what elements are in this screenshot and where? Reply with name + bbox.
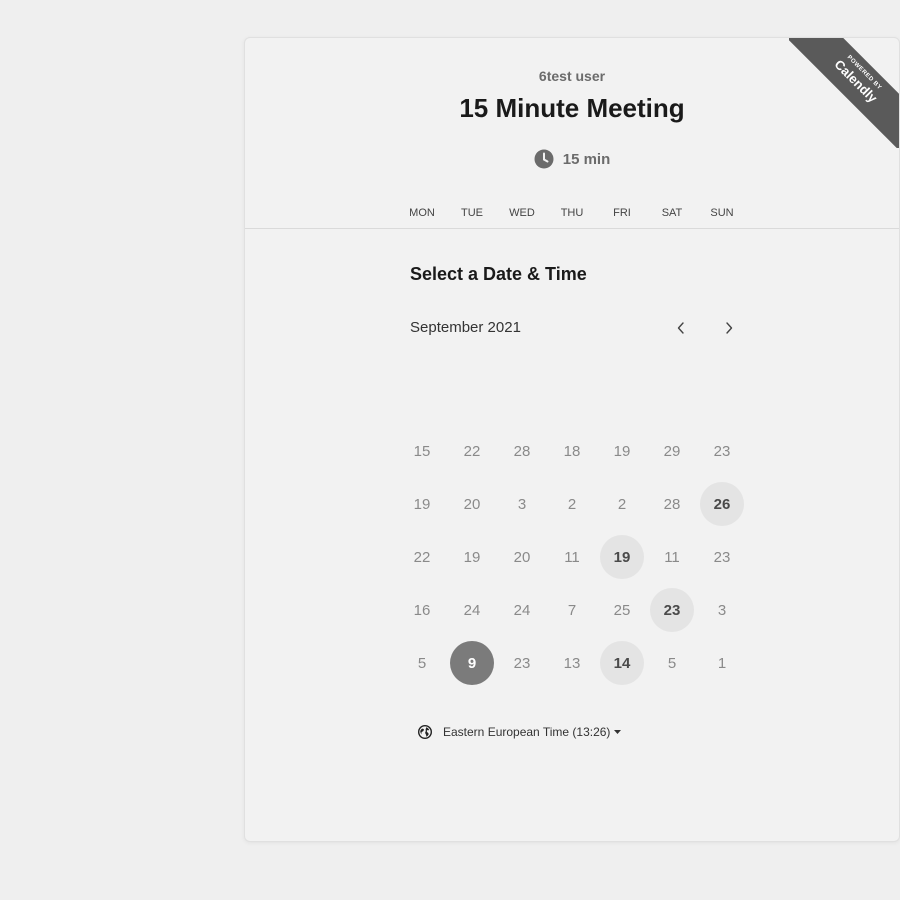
calendar-day: 20: [513, 548, 531, 566]
weekday-label-mon: MON: [409, 207, 435, 219]
calendar-day-available[interactable]: 23: [650, 588, 694, 632]
timezone-label: Eastern European Time (13:26): [443, 725, 611, 739]
caret-down-icon: [614, 730, 622, 734]
calendar-day: 20: [463, 495, 481, 513]
clock-icon: [534, 149, 554, 169]
calendar-day: 18: [563, 442, 581, 460]
booking-card: 6test user 15 Minute Meeting 15 min POWE…: [244, 37, 900, 842]
calendar-day: 22: [413, 548, 431, 566]
weekday-label-tue: TUE: [461, 207, 483, 219]
calendar-day: 3: [717, 601, 727, 619]
calendar-day: 5: [667, 654, 677, 672]
calendar-day: 2: [567, 495, 577, 513]
calendar-day: 29: [663, 442, 681, 460]
chevron-right-icon: [726, 322, 733, 334]
calendar-day: 11: [564, 548, 580, 566]
calendar-day: 5: [417, 654, 427, 672]
calendar-day: 23: [513, 654, 531, 672]
calendar-day: 16: [413, 601, 431, 619]
calendar-day: 19: [613, 442, 631, 460]
chevron-left-icon: [677, 322, 684, 334]
calendar-day-available[interactable]: 14: [600, 641, 644, 685]
month-navigation: September 2021: [410, 319, 750, 339]
duration-label: 15 min: [562, 150, 611, 168]
calendar-day: 24: [513, 601, 531, 619]
calendar-day: 24: [463, 601, 481, 619]
globe-icon: [418, 725, 432, 739]
calendar-day: 28: [663, 495, 681, 513]
month-label: September 2021: [410, 319, 521, 336]
calendar-day: 23: [713, 442, 731, 460]
previous-month-button[interactable]: [666, 313, 696, 343]
weekday-label-thu: THU: [560, 207, 584, 219]
calendar-day: 19: [463, 548, 481, 566]
event-duration: 15 min: [245, 149, 899, 169]
calendar-day: 19: [413, 495, 431, 513]
calendar-day: 1: [717, 654, 727, 672]
calendar-day: 13: [563, 654, 581, 672]
calendar-day: 3: [517, 495, 527, 513]
calendar-day: 23: [713, 548, 731, 566]
weekday-label-sun: SUN: [710, 207, 734, 219]
calendar-day-available[interactable]: 26: [700, 482, 744, 526]
calendar-day: 25: [613, 601, 631, 619]
calendar-day: 15: [413, 442, 431, 460]
calendar-day: 11: [664, 548, 680, 566]
calendar-day: 2: [617, 495, 627, 513]
powered-by-ribbon[interactable]: POWERED BY Calendly: [789, 38, 899, 148]
section-title: Select a Date & Time: [410, 264, 587, 284]
next-month-button[interactable]: [714, 313, 744, 343]
timezone-selector[interactable]: Eastern European Time (13:26): [418, 725, 622, 739]
calendar-day: 7: [567, 601, 577, 619]
calendar-day-available[interactable]: 19: [600, 535, 644, 579]
calendar-day-selected[interactable]: 9: [450, 641, 494, 685]
calendar-day: 22: [463, 442, 481, 460]
weekday-label-fri: FRI: [613, 207, 631, 219]
weekday-label-wed: WED: [509, 207, 535, 219]
calendly-badge[interactable]: POWERED BY Calendly: [789, 38, 899, 148]
weekday-label-sat: SAT: [661, 207, 683, 219]
calendar-day: 28: [513, 442, 531, 460]
